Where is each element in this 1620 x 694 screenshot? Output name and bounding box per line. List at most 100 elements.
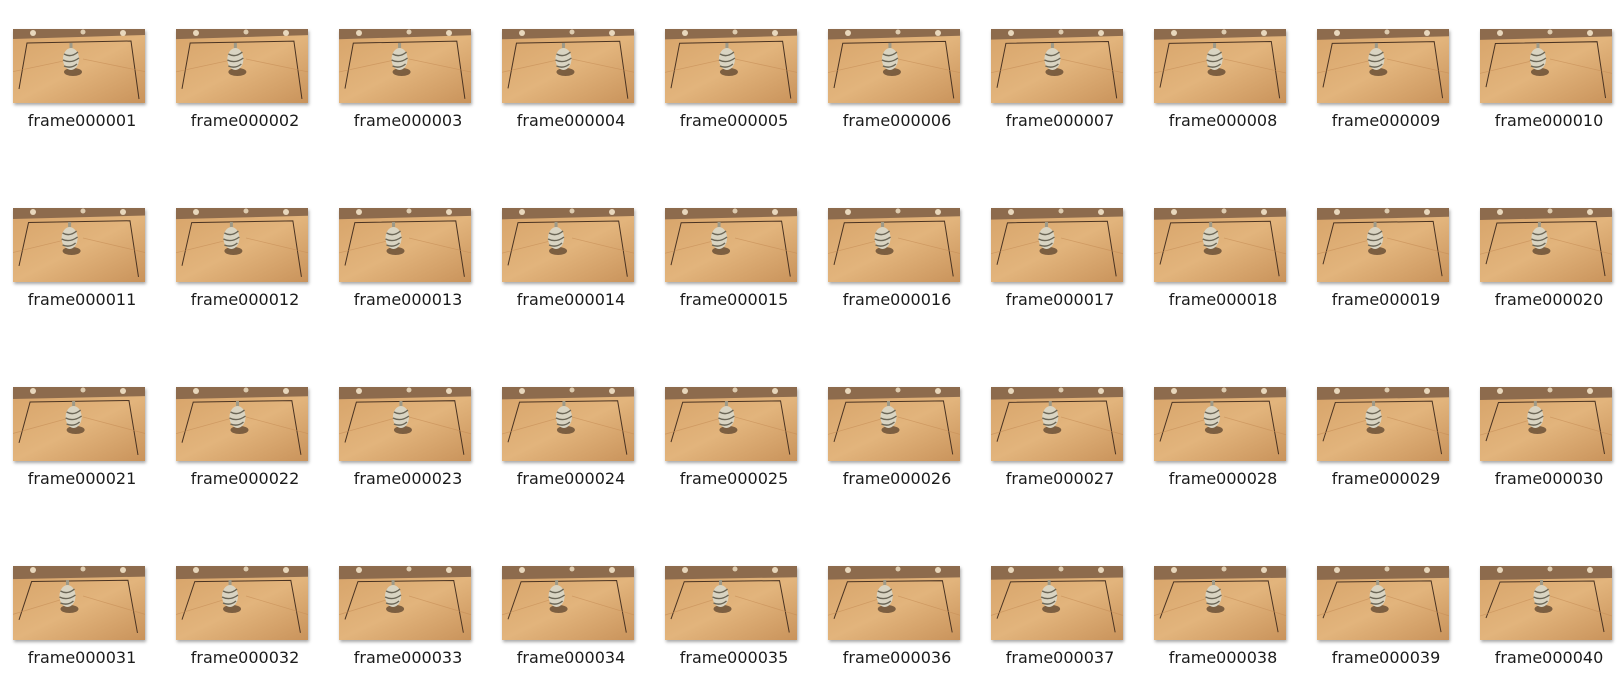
image-thumbnail[interactable] [828,387,960,461]
file-name-label: frame000029 [1331,469,1441,488]
file-item[interactable]: frame000002 [170,27,320,157]
image-thumbnail[interactable] [176,566,308,640]
image-thumbnail[interactable] [828,208,960,282]
file-item[interactable]: frame000038 [1148,564,1298,694]
file-item[interactable]: frame000028 [1148,385,1298,515]
file-name-label: frame000039 [1331,648,1441,667]
vase-on-wood-floor-photo-icon [991,29,1123,103]
file-item[interactable]: frame000019 [1311,206,1461,336]
file-item[interactable]: frame000014 [496,206,646,336]
image-thumbnail[interactable] [1154,387,1286,461]
image-thumbnail[interactable] [665,29,797,103]
file-item[interactable]: frame000020 [1474,206,1620,336]
file-item[interactable]: frame000015 [659,206,809,336]
file-name-label: frame000035 [679,648,789,667]
image-thumbnail[interactable] [176,208,308,282]
image-thumbnail[interactable] [502,208,634,282]
file-item[interactable]: frame000017 [985,206,1135,336]
file-item[interactable]: frame000021 [7,385,157,515]
image-thumbnail[interactable] [502,29,634,103]
vase-on-wood-floor-photo-icon [13,208,145,282]
vase-on-wood-floor-photo-icon [1480,566,1612,640]
image-thumbnail[interactable] [1480,208,1612,282]
image-thumbnail[interactable] [991,387,1123,461]
image-thumbnail[interactable] [1317,208,1449,282]
vase-on-wood-floor-photo-icon [339,208,471,282]
image-thumbnail[interactable] [13,208,145,282]
image-thumbnail[interactable] [991,29,1123,103]
image-thumbnail[interactable] [176,387,308,461]
image-thumbnail[interactable] [665,208,797,282]
file-item[interactable]: frame000005 [659,27,809,157]
file-item[interactable]: frame000030 [1474,385,1620,515]
file-item[interactable]: frame000003 [333,27,483,157]
file-item[interactable]: frame000001 [7,27,157,157]
vase-on-wood-floor-photo-icon [1480,387,1612,461]
file-item[interactable]: frame000026 [822,385,972,515]
file-name-label: frame000011 [27,290,137,309]
file-item[interactable]: frame000033 [333,564,483,694]
file-item[interactable]: frame000004 [496,27,646,157]
file-item[interactable]: frame000036 [822,564,972,694]
image-thumbnail[interactable] [1480,566,1612,640]
file-item[interactable]: frame000011 [7,206,157,336]
file-item[interactable]: frame000039 [1311,564,1461,694]
file-item[interactable]: frame000035 [659,564,809,694]
file-item[interactable]: frame000022 [170,385,320,515]
file-item[interactable]: frame000032 [170,564,320,694]
image-thumbnail[interactable] [176,29,308,103]
file-item[interactable]: frame000029 [1311,385,1461,515]
file-item[interactable]: frame000034 [496,564,646,694]
image-thumbnail[interactable] [339,208,471,282]
image-thumbnail[interactable] [13,566,145,640]
image-thumbnail[interactable] [339,29,471,103]
file-item[interactable]: frame000010 [1474,27,1620,157]
file-item[interactable]: frame000009 [1311,27,1461,157]
image-thumbnail[interactable] [1480,29,1612,103]
vase-on-wood-floor-photo-icon [502,29,634,103]
image-thumbnail[interactable] [665,387,797,461]
image-thumbnail[interactable] [1154,29,1286,103]
image-thumbnail[interactable] [1154,566,1286,640]
image-thumbnail[interactable] [339,387,471,461]
file-name-label: frame000032 [190,648,300,667]
image-thumbnail[interactable] [828,566,960,640]
image-thumbnail[interactable] [1317,387,1449,461]
file-item[interactable]: frame000031 [7,564,157,694]
vase-on-wood-floor-photo-icon [991,387,1123,461]
image-thumbnail[interactable] [665,566,797,640]
file-item[interactable]: frame000016 [822,206,972,336]
image-thumbnail[interactable] [828,29,960,103]
vase-on-wood-floor-photo-icon [176,208,308,282]
file-item[interactable]: frame000012 [170,206,320,336]
image-thumbnail[interactable] [502,566,634,640]
image-thumbnail[interactable] [13,387,145,461]
file-item[interactable]: frame000013 [333,206,483,336]
file-item[interactable]: frame000027 [985,385,1135,515]
image-thumbnail[interactable] [991,208,1123,282]
vase-on-wood-floor-photo-icon [665,29,797,103]
image-thumbnail[interactable] [339,566,471,640]
vase-on-wood-floor-photo-icon [991,566,1123,640]
file-item[interactable]: frame000007 [985,27,1135,157]
file-item[interactable]: frame000040 [1474,564,1620,694]
file-item[interactable]: frame000023 [333,385,483,515]
vase-on-wood-floor-photo-icon [502,208,634,282]
file-item[interactable]: frame000025 [659,385,809,515]
file-item[interactable]: frame000006 [822,27,972,157]
image-thumbnail[interactable] [1154,208,1286,282]
image-thumbnail[interactable] [502,387,634,461]
image-thumbnail[interactable] [991,566,1123,640]
file-item[interactable]: frame000008 [1148,27,1298,157]
file-item[interactable]: frame000018 [1148,206,1298,336]
file-name-label: frame000028 [1168,469,1278,488]
file-item[interactable]: frame000037 [985,564,1135,694]
image-thumbnail[interactable] [13,29,145,103]
image-thumbnail[interactable] [1317,29,1449,103]
image-thumbnail[interactable] [1480,387,1612,461]
vase-on-wood-floor-photo-icon [339,566,471,640]
file-item[interactable]: frame000024 [496,385,646,515]
image-thumbnail[interactable] [1317,566,1449,640]
file-name-label: frame000033 [353,648,463,667]
file-name-label: frame000009 [1331,111,1441,130]
